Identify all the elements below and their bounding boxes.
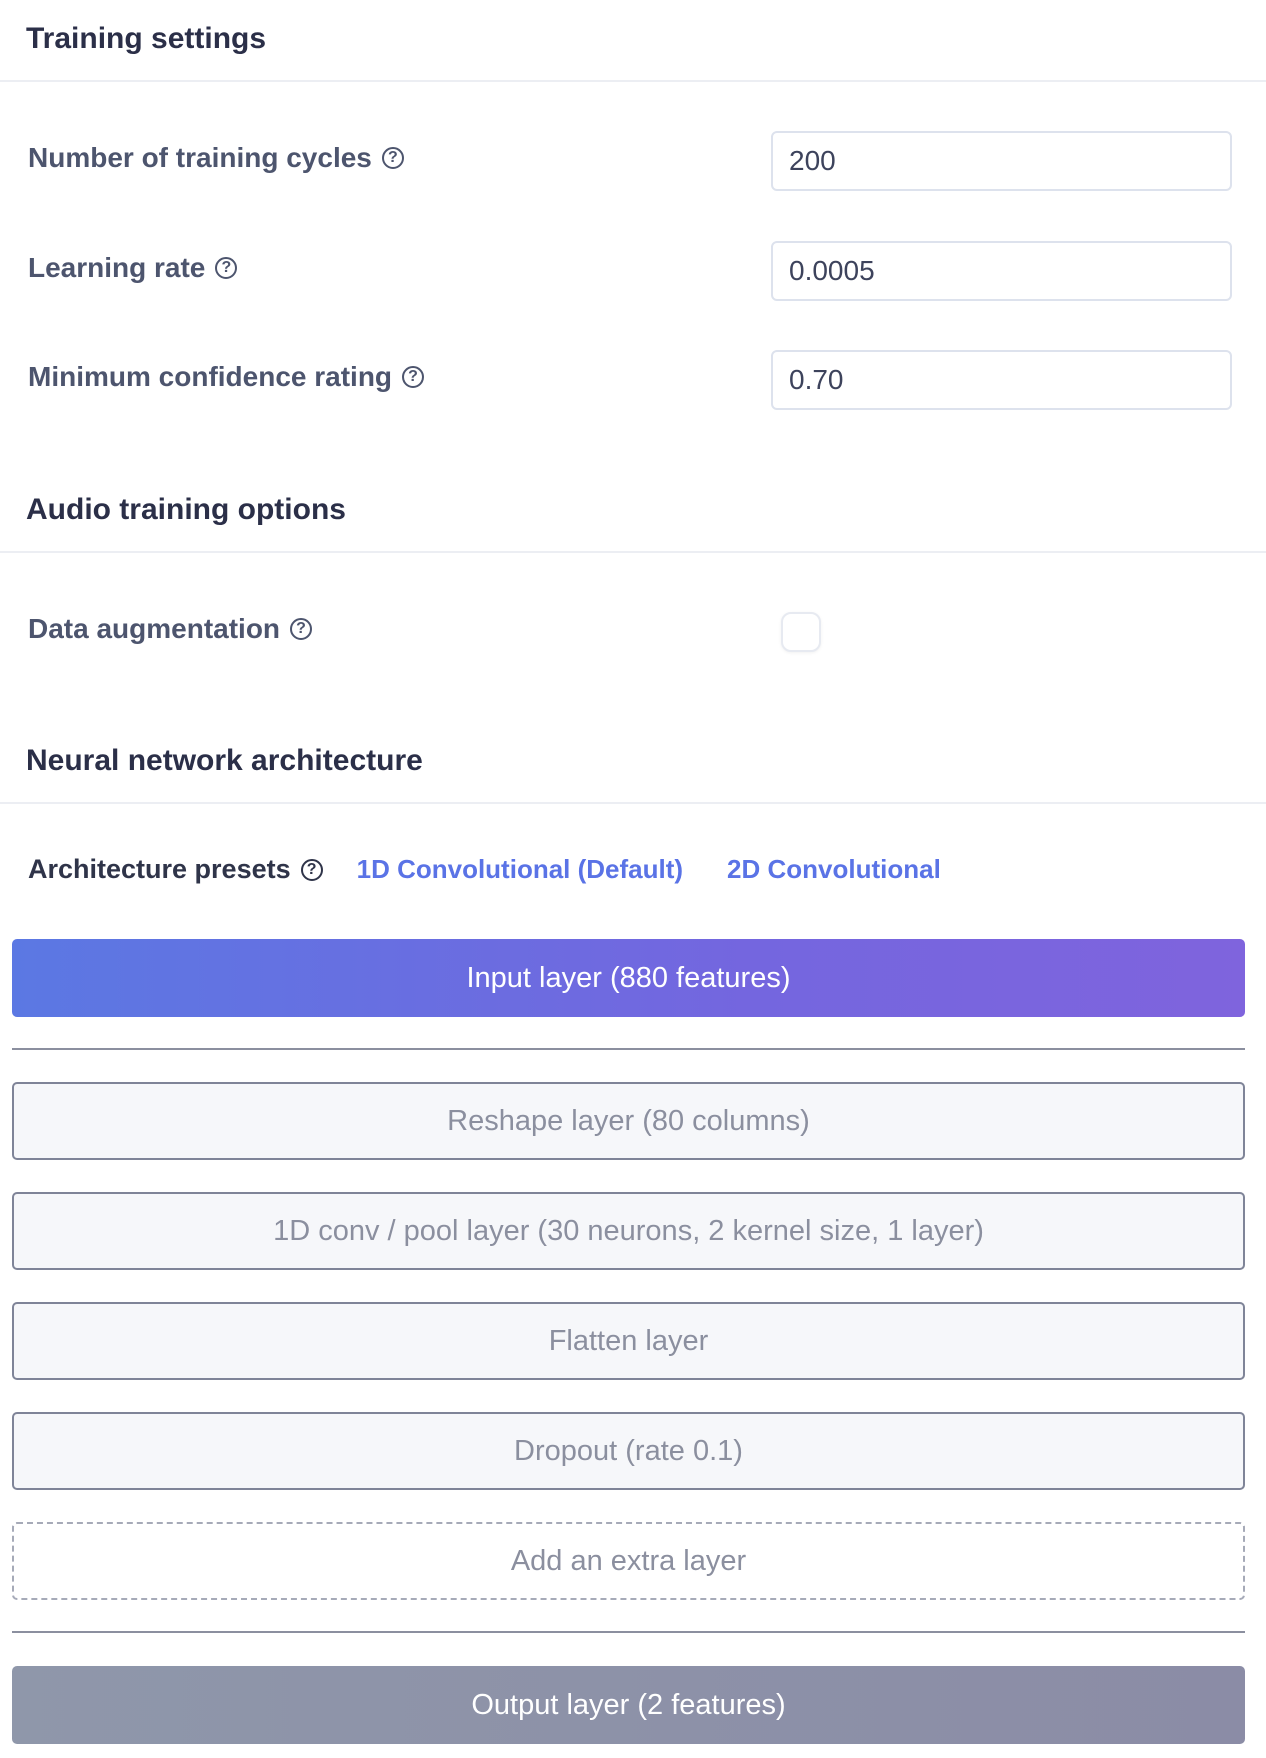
min-confidence-input[interactable] bbox=[771, 350, 1232, 410]
architecture-presets-label-text: Architecture presets bbox=[28, 854, 291, 884]
layer-separator bbox=[12, 1048, 1245, 1050]
training-settings-title: Training settings bbox=[26, 22, 267, 55]
training-cycles-input[interactable] bbox=[771, 131, 1232, 191]
reshape-layer[interactable]: Reshape layer (80 columns) bbox=[12, 1082, 1245, 1160]
nn-architecture-title: Neural network architecture bbox=[26, 744, 423, 777]
help-circle-icon[interactable]: ? bbox=[290, 618, 313, 640]
layer-separator bbox=[12, 1631, 1245, 1633]
help-circle-icon[interactable]: ? bbox=[215, 257, 238, 279]
conv-pool-layer[interactable]: 1D conv / pool layer (30 neurons, 2 kern… bbox=[12, 1192, 1245, 1270]
min-confidence-label: Minimum confidence rating ? bbox=[28, 361, 425, 393]
learning-rate-label: Learning rate ? bbox=[28, 252, 238, 284]
add-layer-button[interactable]: Add an extra layer bbox=[12, 1522, 1245, 1600]
divider bbox=[0, 551, 1266, 553]
help-circle-icon[interactable]: ? bbox=[300, 858, 323, 881]
divider bbox=[0, 802, 1266, 804]
data-augmentation-checkbox[interactable] bbox=[781, 612, 821, 652]
architecture-presets-row: Architecture presets ? 1D Convolutional … bbox=[28, 854, 941, 885]
training-cycles-label: Number of training cycles ? bbox=[28, 142, 404, 174]
help-circle-icon[interactable]: ? bbox=[381, 147, 404, 169]
flatten-layer[interactable]: Flatten layer bbox=[12, 1302, 1245, 1380]
training-cycles-label-text: Number of training cycles bbox=[28, 142, 372, 173]
data-augmentation-label: Data augmentation ? bbox=[28, 613, 313, 645]
preset-2d-convolutional-link[interactable]: 2D Convolutional bbox=[727, 854, 941, 885]
dropout-layer[interactable]: Dropout (rate 0.1) bbox=[12, 1412, 1245, 1490]
learning-rate-input[interactable] bbox=[771, 241, 1232, 301]
data-augmentation-label-text: Data augmentation bbox=[28, 613, 281, 644]
divider bbox=[0, 80, 1266, 82]
output-layer[interactable]: Output layer (2 features) bbox=[12, 1666, 1245, 1744]
preset-1d-convolutional-link[interactable]: 1D Convolutional (Default) bbox=[357, 854, 683, 885]
learning-rate-label-text: Learning rate bbox=[28, 252, 206, 283]
audio-options-title: Audio training options bbox=[26, 493, 346, 526]
min-confidence-label-text: Minimum confidence rating bbox=[28, 361, 393, 392]
input-layer[interactable]: Input layer (880 features) bbox=[12, 939, 1245, 1017]
architecture-presets-label: Architecture presets ? bbox=[28, 854, 323, 885]
help-circle-icon[interactable]: ? bbox=[402, 366, 425, 388]
